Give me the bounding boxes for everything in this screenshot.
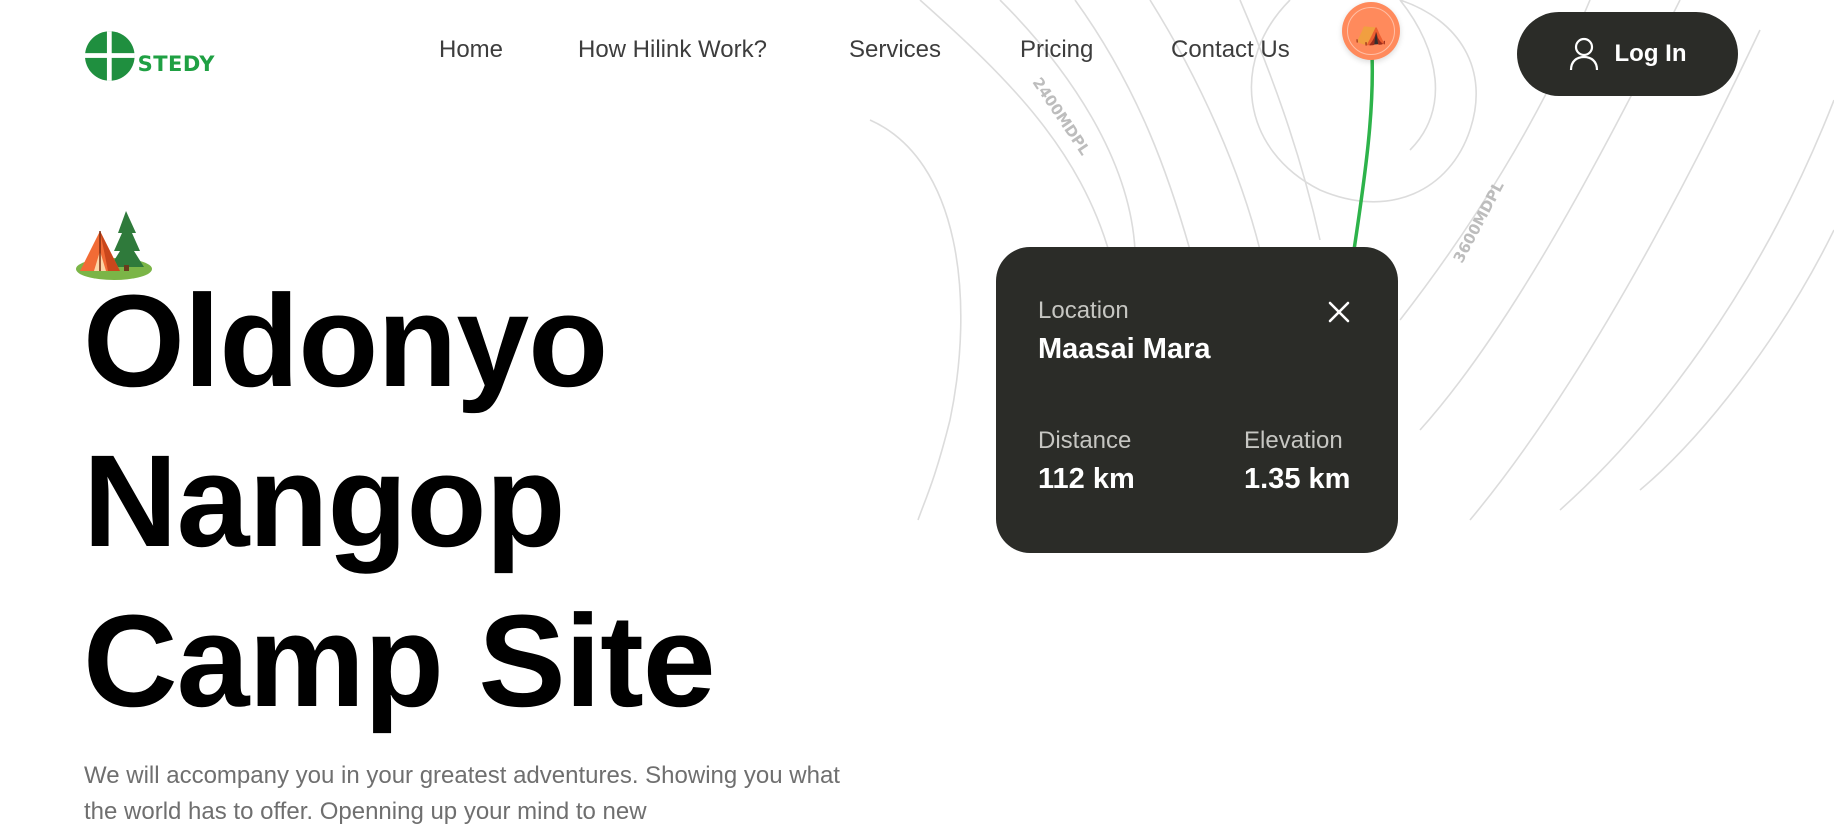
elevation-label: Elevation: [1244, 427, 1343, 454]
hero-title-line: Nangop: [83, 427, 566, 574]
route-line: [1352, 54, 1375, 251]
contour-line: [1399, 0, 1437, 151]
user-icon: [1569, 37, 1598, 71]
hero-title-line: Oldonyo: [83, 267, 608, 414]
camping-tent-icon: ⛺: [1354, 15, 1388, 46]
hero-description: We will accompany you in your greatest a…: [84, 762, 840, 825]
contour-line: [869, 119, 962, 521]
logo-mark-icon: [85, 31, 135, 81]
contour-line: [1639, 229, 1834, 491]
map-pin[interactable]: ⛺: [1342, 2, 1400, 60]
contour-label-3600: 3600MDPL: [1450, 178, 1508, 266]
contour-label-2400: 2400MDPL: [1029, 74, 1094, 159]
login-label: Log In: [1614, 40, 1687, 67]
nav-item-contact[interactable]: Contact Us: [1171, 30, 1290, 70]
contour-line: [1559, 99, 1834, 511]
location-card: Location Maasai Mara Distance 112 km Ele…: [996, 247, 1398, 553]
distance-value: 112 km: [1038, 463, 1135, 495]
brand-logo[interactable]: STEDY: [85, 29, 215, 83]
hero-title-line: Camp Site: [83, 587, 716, 734]
nav-item-pricing[interactable]: Pricing: [1020, 30, 1093, 70]
nav-item-how-it-works[interactable]: How Hilink Work?: [578, 30, 767, 70]
login-button[interactable]: Log In: [1517, 12, 1738, 96]
contour-line: [1469, 29, 1761, 521]
close-icon[interactable]: [1324, 297, 1354, 327]
brand-name: STEDY: [137, 52, 215, 76]
nav-item-home[interactable]: Home: [439, 30, 503, 70]
location-value: Maasai Mara: [1038, 333, 1211, 365]
location-label: Location: [1038, 297, 1129, 324]
distance-label: Distance: [1038, 427, 1132, 454]
nav-item-services[interactable]: Services: [849, 30, 941, 70]
hero-title: Oldonyo Nangop Camp Site: [83, 261, 716, 741]
elevation-value: 1.35 km: [1244, 463, 1351, 495]
